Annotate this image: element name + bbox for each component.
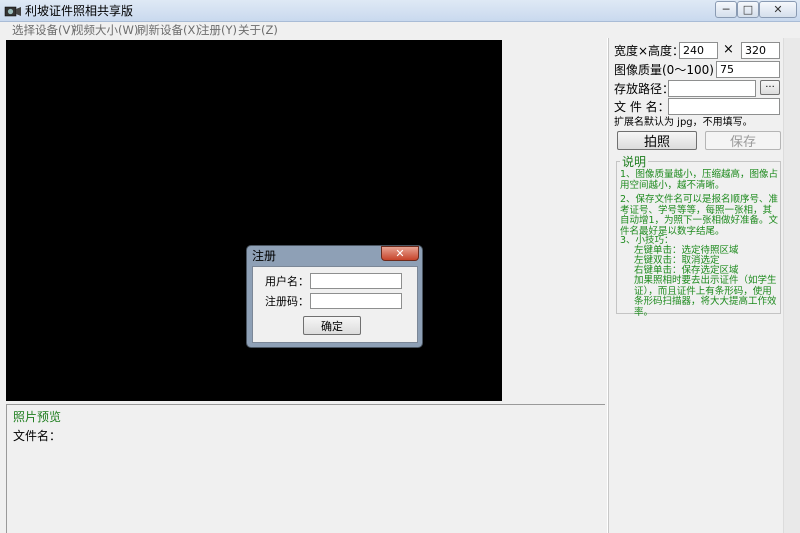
- preview-filename-label: 文件名：: [13, 429, 62, 443]
- menu-register[interactable]: 注册(Y): [198, 23, 237, 38]
- dialog-title: 注册: [252, 249, 277, 263]
- height-input[interactable]: [741, 42, 780, 59]
- camera-icon: [4, 4, 22, 18]
- info-paragraph-2: 2、保存文件名可以是报名顺序号、准考证号、学号等等，每照一张相，其自动增1，为照…: [620, 194, 779, 237]
- ok-button[interactable]: 确定: [303, 316, 361, 335]
- extension-note: 扩展名默认为 jpg，不用填写。: [614, 117, 753, 128]
- username-input[interactable]: [310, 273, 402, 289]
- menu-bar: 选择设备(V) 视频大小(W) 刷新设备(X) 注册(Y) 关于(Z): [0, 22, 800, 39]
- info-tip-barcode: 加果照相时要去出示证件（如学生证），而且证件上有条形码，使用条形码扫描器，将大大…: [634, 275, 777, 318]
- code-label: 注册码：: [265, 295, 309, 308]
- quality-label: 图像质量(0～100)：: [614, 63, 726, 77]
- dialog-title-bar[interactable]: 注册 ✕: [247, 246, 422, 266]
- maximize-button[interactable]: □: [737, 1, 759, 18]
- photo-preview-panel: 照片预览 文件名：: [6, 404, 605, 533]
- panel-divider: [607, 38, 609, 533]
- menu-about[interactable]: 关于(Z): [238, 23, 278, 38]
- quality-input[interactable]: [716, 61, 780, 78]
- close-icon: ✕: [773, 3, 783, 16]
- menu-select-device[interactable]: 选择设备(V): [12, 23, 75, 38]
- vertical-scrollbar[interactable]: [783, 38, 800, 533]
- times-sign: ×: [723, 42, 734, 57]
- menu-video-size[interactable]: 视频大小(W): [72, 23, 138, 38]
- path-label: 存放路径：: [614, 82, 675, 96]
- window-title: 利坡证件照相共享版: [25, 4, 134, 18]
- info-paragraph-1: 1、图像质量越小，压缩越高，图像占用空间越小，越不清晰。: [620, 169, 779, 191]
- size-label: 宽度×高度：: [614, 44, 685, 58]
- close-icon: ✕: [395, 247, 405, 260]
- save-button[interactable]: 保存: [705, 131, 781, 150]
- path-input[interactable]: [668, 80, 756, 97]
- title-bar[interactable]: 利坡证件照相共享版 ─ □ ✕: [0, 0, 800, 22]
- code-input[interactable]: [310, 293, 402, 309]
- filename-label: 文 件 名：: [614, 100, 670, 114]
- width-input[interactable]: [679, 42, 718, 59]
- filename-input[interactable]: [668, 98, 780, 115]
- register-dialog: 注册 ✕ 用户名： 注册码： 确定: [246, 245, 423, 348]
- dialog-close-button[interactable]: ✕: [381, 246, 419, 261]
- info-title: 说明: [620, 155, 649, 169]
- menu-refresh-device[interactable]: 刷新设备(X): [137, 23, 200, 38]
- ellipsis-icon: ···: [765, 81, 775, 93]
- close-button[interactable]: ✕: [759, 1, 797, 18]
- minimize-icon: ─: [722, 3, 730, 16]
- minimize-button[interactable]: ─: [715, 1, 737, 18]
- preview-title: 照片预览: [13, 410, 62, 424]
- maximize-icon: □: [742, 3, 754, 16]
- browse-button[interactable]: ···: [760, 80, 780, 95]
- dialog-body: 用户名： 注册码： 确定: [252, 266, 418, 343]
- capture-button[interactable]: 拍照: [617, 131, 697, 150]
- username-label: 用户名：: [265, 275, 309, 288]
